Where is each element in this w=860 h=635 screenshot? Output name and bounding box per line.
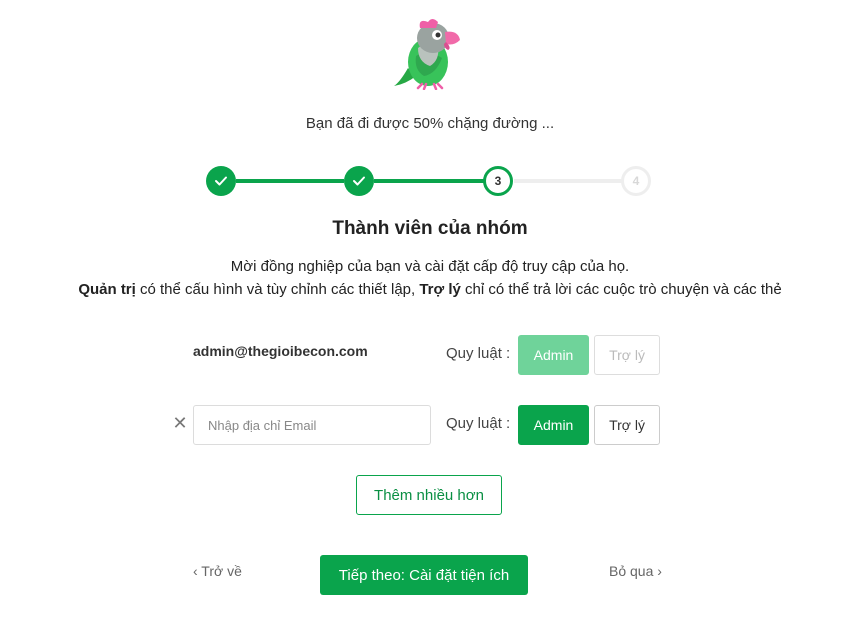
step-1 bbox=[206, 166, 236, 196]
progress-stepper: 3 4 bbox=[206, 164, 652, 198]
member-supporter-button: Trợ lý bbox=[594, 335, 660, 375]
member-role-label: Quy luật : bbox=[446, 345, 511, 362]
parrot-mascot-icon bbox=[388, 10, 468, 91]
description-line-2: Quản trị có thể cấu hình và tùy chỉnh cá… bbox=[0, 281, 860, 298]
add-more-button[interactable]: Thêm nhiều hơn bbox=[356, 475, 502, 515]
step-4: 4 bbox=[621, 166, 651, 196]
back-link[interactable]: ‹ Trở về bbox=[193, 563, 242, 579]
progress-text: Bạn đã đi được 50% chặng đường ... bbox=[305, 115, 555, 132]
supporter-term: Trợ lý bbox=[419, 281, 461, 298]
check-icon bbox=[215, 176, 227, 186]
new-member-role-label: Quy luật : bbox=[446, 415, 511, 432]
step-2 bbox=[344, 166, 374, 196]
next-button[interactable]: Tiếp theo: Cài đặt tiện ích bbox=[320, 555, 528, 595]
supporter-description: chỉ có thể trả lời các cuộc trò chuyện v… bbox=[460, 281, 782, 298]
description-line-1: Mời đồng nghiệp của bạn và cài đặt cấp đ… bbox=[230, 258, 630, 275]
check-icon bbox=[353, 176, 365, 186]
member-email: admin@thegioibecon.com bbox=[193, 343, 368, 359]
supporter-role-button[interactable]: Trợ lý bbox=[594, 405, 660, 445]
close-icon[interactable]: ✕ bbox=[172, 414, 188, 432]
step-connector-3 bbox=[514, 179, 622, 183]
admin-role-button[interactable]: Admin bbox=[518, 405, 589, 445]
admin-description: có thể cấu hình và tùy chỉnh các thiết l… bbox=[135, 281, 420, 298]
member-admin-button: Admin bbox=[518, 335, 589, 375]
skip-link[interactable]: Bỏ qua › bbox=[609, 563, 662, 579]
email-input[interactable] bbox=[193, 405, 431, 445]
step-connector-2 bbox=[374, 179, 484, 183]
step-connector-1 bbox=[236, 179, 344, 183]
page-title: Thành viên của nhóm bbox=[332, 218, 528, 239]
step-3: 3 bbox=[483, 166, 513, 196]
admin-term: Quản trị bbox=[78, 281, 136, 298]
